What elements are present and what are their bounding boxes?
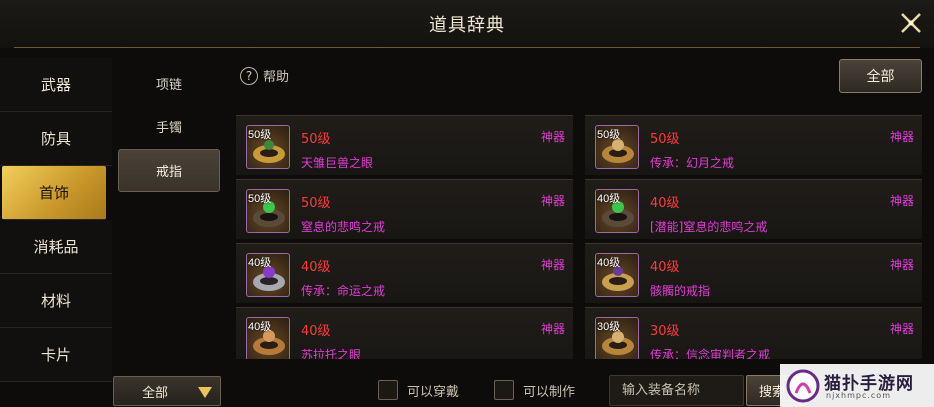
subcategory-label: 戒指 — [155, 165, 182, 180]
item-level: 50级 — [301, 132, 331, 147]
header-divider — [14, 47, 920, 48]
subcategory-list: 项链 手镯 戒指 — [118, 62, 220, 192]
subcategory-label: 手镯 — [155, 121, 182, 136]
item-name: [潜能]窒息的悲鸣之戒 — [650, 220, 768, 234]
level-badge: 50级 — [248, 129, 272, 141]
item-card[interactable]: 40级 40级 传承：命运之戒 神器 — [236, 243, 573, 303]
item-level: 40级 — [301, 260, 331, 275]
item-level: 40级 — [301, 324, 331, 339]
header-bar: 道具辞典 — [0, 0, 934, 48]
checkbox-box[interactable] — [378, 380, 398, 400]
watermark-url: njxhmpc.com — [826, 391, 891, 400]
item-card[interactable]: 30级 30级 传承：信念审判者之戒 神器 — [585, 307, 922, 359]
filter-all-button[interactable]: 全部 — [839, 59, 922, 93]
item-card[interactable]: 40级 40级 [潜能]窒息的悲鸣之戒 神器 — [585, 179, 922, 239]
item-name: 传承：命运之戒 — [301, 284, 386, 298]
category-armor[interactable]: 防具 — [0, 112, 112, 166]
category-label: 武器 — [40, 76, 71, 94]
subcategory-ring[interactable]: 戒指 — [118, 149, 220, 192]
item-grade: 神器 — [889, 322, 914, 336]
checkbox-label: 可以穿戴 — [407, 384, 460, 400]
ring-icon: 50级 — [246, 189, 290, 233]
level-badge: 50级 — [597, 129, 621, 141]
level-badge: 30级 — [597, 321, 621, 333]
item-name: 骸髑的戒指 — [650, 284, 711, 298]
item-card[interactable]: 40级 40级 苏拉托之眼 神器 — [236, 307, 573, 359]
item-name: 天雏巨兽之眼 — [301, 156, 374, 170]
subcategory-bracelet[interactable]: 手镯 — [118, 105, 220, 148]
level-badge: 40级 — [597, 257, 621, 269]
wearable-checkbox[interactable]: 可以穿戴 — [378, 380, 459, 400]
grade-filter-select[interactable]: 全部 — [113, 376, 221, 406]
item-name: 窒息的悲鸣之戒 — [301, 220, 386, 234]
item-grid[interactable]: 50级 50级 天雏巨兽之眼 神器 50级 50级 传承：幻月之戒 神器 50级… — [236, 111, 922, 359]
category-accessory[interactable]: 首饰 — [2, 166, 106, 220]
craftable-checkbox[interactable]: 可以制作 — [494, 380, 575, 400]
category-label: 卡片 — [40, 346, 71, 364]
item-grade: 神器 — [540, 194, 565, 208]
category-weapon[interactable]: 武器 — [0, 58, 112, 112]
item-card[interactable]: 50级 50级 天雏巨兽之眼 神器 — [236, 115, 573, 175]
level-badge: 40级 — [248, 321, 272, 333]
subcategory-necklace[interactable]: 项链 — [118, 62, 220, 105]
category-consumable[interactable]: 消耗品 — [0, 220, 112, 274]
level-badge: 40级 — [597, 193, 621, 205]
equipment-search-input[interactable] — [609, 375, 744, 406]
help-link[interactable]: ? 帮助 — [240, 66, 289, 85]
item-grade: 神器 — [889, 194, 914, 208]
item-grade: 神器 — [540, 130, 565, 144]
close-icon[interactable] — [896, 8, 926, 38]
grade-filter-value: 全部 — [142, 385, 169, 401]
filter-all-label: 全部 — [866, 69, 895, 85]
category-sidebar: 武器 防具 首饰 消耗品 材料 卡片 — [0, 58, 112, 382]
item-card[interactable]: 40级 40级 骸髑的戒指 神器 — [585, 243, 922, 303]
item-level: 30级 — [650, 324, 680, 339]
ring-icon: 40级 — [595, 253, 639, 297]
item-name: 传承：幻月之戒 — [650, 156, 735, 170]
checkbox-box[interactable] — [494, 380, 514, 400]
page-title: 道具辞典 — [429, 15, 505, 36]
item-card[interactable]: 50级 50级 传承：幻月之戒 神器 — [585, 115, 922, 175]
subcategory-label: 项链 — [155, 78, 182, 93]
level-badge: 50级 — [248, 193, 272, 205]
item-level: 50级 — [650, 132, 680, 147]
item-grade: 神器 — [540, 258, 565, 272]
site-watermark: 猫扑手游网 njxhmpc.com — [780, 364, 934, 407]
category-material[interactable]: 材料 — [0, 274, 112, 328]
category-label: 消耗品 — [33, 238, 79, 256]
category-label: 材料 — [40, 292, 71, 310]
item-grade: 神器 — [889, 130, 914, 144]
ring-icon: 40级 — [246, 253, 290, 297]
question-circle-icon: ? — [240, 66, 258, 85]
item-name: 传承：信念审判者之戒 — [650, 348, 771, 359]
ring-icon: 30级 — [595, 317, 639, 359]
ring-icon: 40级 — [246, 317, 290, 359]
ring-icon: 40级 — [595, 189, 639, 233]
ring-icon: 50级 — [595, 125, 639, 169]
item-name: 苏拉托之眼 — [301, 348, 362, 359]
category-label: 首饰 — [38, 184, 69, 202]
item-grade: 神器 — [889, 258, 914, 272]
ring-icon: 50级 — [246, 125, 290, 169]
item-level: 40级 — [650, 260, 680, 275]
checkbox-label: 可以制作 — [523, 384, 576, 400]
item-level: 40级 — [650, 196, 680, 211]
level-badge: 40级 — [248, 257, 272, 269]
item-level: 50级 — [301, 196, 331, 211]
cat-logo-icon — [786, 369, 820, 403]
triangle-down-icon — [198, 387, 212, 398]
help-label: 帮助 — [263, 70, 290, 85]
item-grade: 神器 — [540, 322, 565, 336]
category-label: 防具 — [40, 130, 71, 148]
item-card[interactable]: 50级 50级 窒息的悲鸣之戒 神器 — [236, 179, 573, 239]
